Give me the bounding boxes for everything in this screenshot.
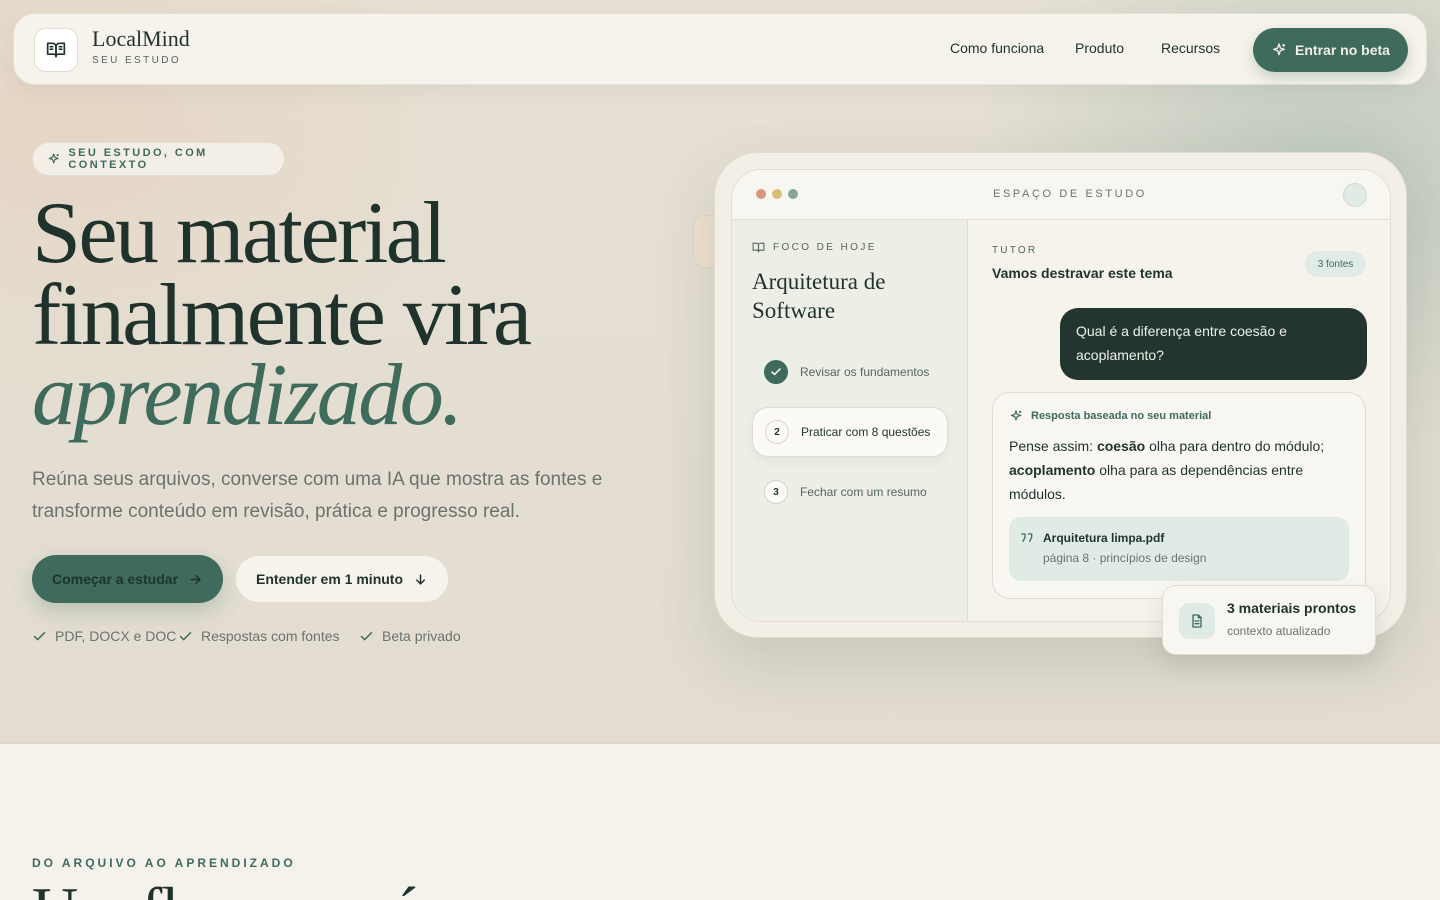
feature-check-label: PDF, DOCX e DOC	[55, 628, 177, 644]
focus-kicker-label: FOCO DE HOJE	[773, 242, 877, 253]
study-step-3[interactable]: 3 Fechar com um resumo	[752, 467, 948, 517]
app-mockup-device: ESPAÇO DE ESTUDO FOCO DE HOJE Arquitetur…	[714, 152, 1407, 638]
app-mockup-screen: ESPAÇO DE ESTUDO FOCO DE HOJE Arquitetur…	[731, 169, 1391, 622]
window-title: ESPAÇO DE ESTUDO	[993, 188, 1147, 200]
tutor-kicker: TUTOR	[992, 245, 1038, 256]
sources-count-badge[interactable]: 3 fontes	[1305, 251, 1366, 277]
hero-badge-label: SEU ESTUDO, COM CONTEXTO	[68, 147, 208, 171]
study-topic-title: Arquitetura de Software	[752, 269, 886, 323]
arrow-right-icon	[190, 574, 201, 584]
tutor-title: Vamos destravar este tema	[992, 265, 1173, 281]
check-icon	[33, 631, 46, 640]
step-label: Praticar com 8 questões	[801, 425, 931, 439]
focus-kicker: FOCO DE HOJE	[752, 241, 877, 254]
feature-check-label: Beta privado	[382, 628, 461, 644]
materials-ready-title: 3 materiais prontos	[1227, 600, 1357, 616]
step-label: Fechar com um resumo	[800, 485, 927, 499]
materials-ready-card: 3 materiais prontos contexto atualizado	[1162, 585, 1376, 655]
logo-mark[interactable]	[34, 28, 78, 72]
step-number: 2	[765, 420, 789, 444]
start-studying-label: Começar a estudar	[51, 571, 179, 587]
quote-icon	[1021, 533, 1033, 542]
start-studying-button[interactable]: Começar a estudar	[32, 555, 223, 603]
answer-text-part: olha para dentro do módulo;	[1145, 438, 1325, 454]
join-beta-button[interactable]: Entrar no beta	[1253, 28, 1408, 72]
file-text-icon	[1192, 614, 1202, 628]
answer-text-part: Pense assim:	[1009, 438, 1097, 454]
feature-check-beta: Beta privado	[359, 628, 461, 644]
answer-term-acoplamento: acoplamento	[1009, 462, 1096, 478]
answer-kicker: Resposta baseada no seu material	[1009, 409, 1211, 423]
book-open-icon	[46, 42, 66, 58]
brand-tagline: SEU ESTUDO	[92, 55, 182, 66]
sparkle-icon	[1273, 43, 1286, 56]
learn-more-button[interactable]: Entender em 1 minuto	[235, 555, 449, 603]
step-label: Revisar os fundamentos	[800, 365, 930, 379]
sparkle-icon	[1010, 410, 1022, 421]
top-navbar: LocalMind SEU ESTUDO Como funciona Produ…	[13, 13, 1427, 85]
feature-check-label: Respostas com fontes	[201, 628, 340, 644]
feature-check-sources: Respostas com fontes	[178, 628, 340, 644]
study-sidebar: FOCO DE HOJE Arquitetura de Software Rev…	[732, 220, 968, 621]
ai-answer-card: Resposta baseada no seu material Pense a…	[992, 392, 1366, 599]
step-done-badge	[764, 360, 788, 384]
arrow-down-icon	[416, 573, 426, 585]
step-number: 3	[764, 480, 788, 504]
next-section-kicker: DO ARQUIVO AO APRENDIZADO	[32, 856, 296, 870]
user-avatar[interactable]	[1343, 183, 1367, 207]
file-icon-box	[1179, 603, 1215, 639]
sparkle-icon	[48, 153, 59, 164]
answer-term-coesao: coesão	[1096, 438, 1146, 454]
hero-headline-line-1: Seu material	[32, 185, 447, 282]
citation-page: página 8 · princípios de design	[1043, 551, 1207, 565]
brand-name[interactable]: LocalMind	[92, 26, 190, 52]
nav-link-produto[interactable]: Produto	[1075, 40, 1124, 56]
nav-link-recursos[interactable]: Recursos	[1161, 40, 1220, 56]
check-icon	[360, 631, 373, 640]
feature-check-formats: PDF, DOCX e DOC	[32, 628, 176, 644]
nav-link-como-funciona[interactable]: Como funciona	[950, 40, 1044, 56]
hero-badge: SEU ESTUDO, COM CONTEXTO	[32, 142, 285, 176]
join-beta-label: Entrar no beta	[1295, 42, 1390, 58]
study-step-2[interactable]: 2 Praticar com 8 questões	[752, 407, 948, 457]
answer-kicker-label: Resposta baseada no seu material	[1031, 410, 1212, 422]
check-icon	[179, 631, 192, 640]
hero-lead: Reúna seus arquivos, converse com uma IA…	[32, 469, 603, 522]
book-open-icon	[752, 242, 765, 253]
window-titlebar: ESPAÇO DE ESTUDO	[732, 170, 1390, 220]
next-section-title: Um fluxo que é	[32, 878, 419, 900]
hero-headline-line-3: aprendizado.	[32, 347, 463, 444]
materials-ready-subtitle: contexto atualizado	[1227, 624, 1331, 638]
source-citation[interactable]: Arquitetura limpa.pdf página 8 · princíp…	[1009, 517, 1349, 581]
user-message-bubble: Qual é a diferença entre coesão e acopla…	[1060, 308, 1367, 380]
citation-filename: Arquitetura limpa.pdf	[1043, 531, 1165, 545]
learn-more-label: Entender em 1 minuto	[255, 571, 404, 587]
tutor-chat-panel: TUTOR Vamos destravar este tema 3 fontes…	[968, 220, 1390, 621]
study-step-1[interactable]: Revisar os fundamentos	[752, 347, 948, 397]
answer-text: Pense assim: coesão olha para dentro do …	[1009, 434, 1339, 506]
check-icon	[771, 368, 781, 376]
